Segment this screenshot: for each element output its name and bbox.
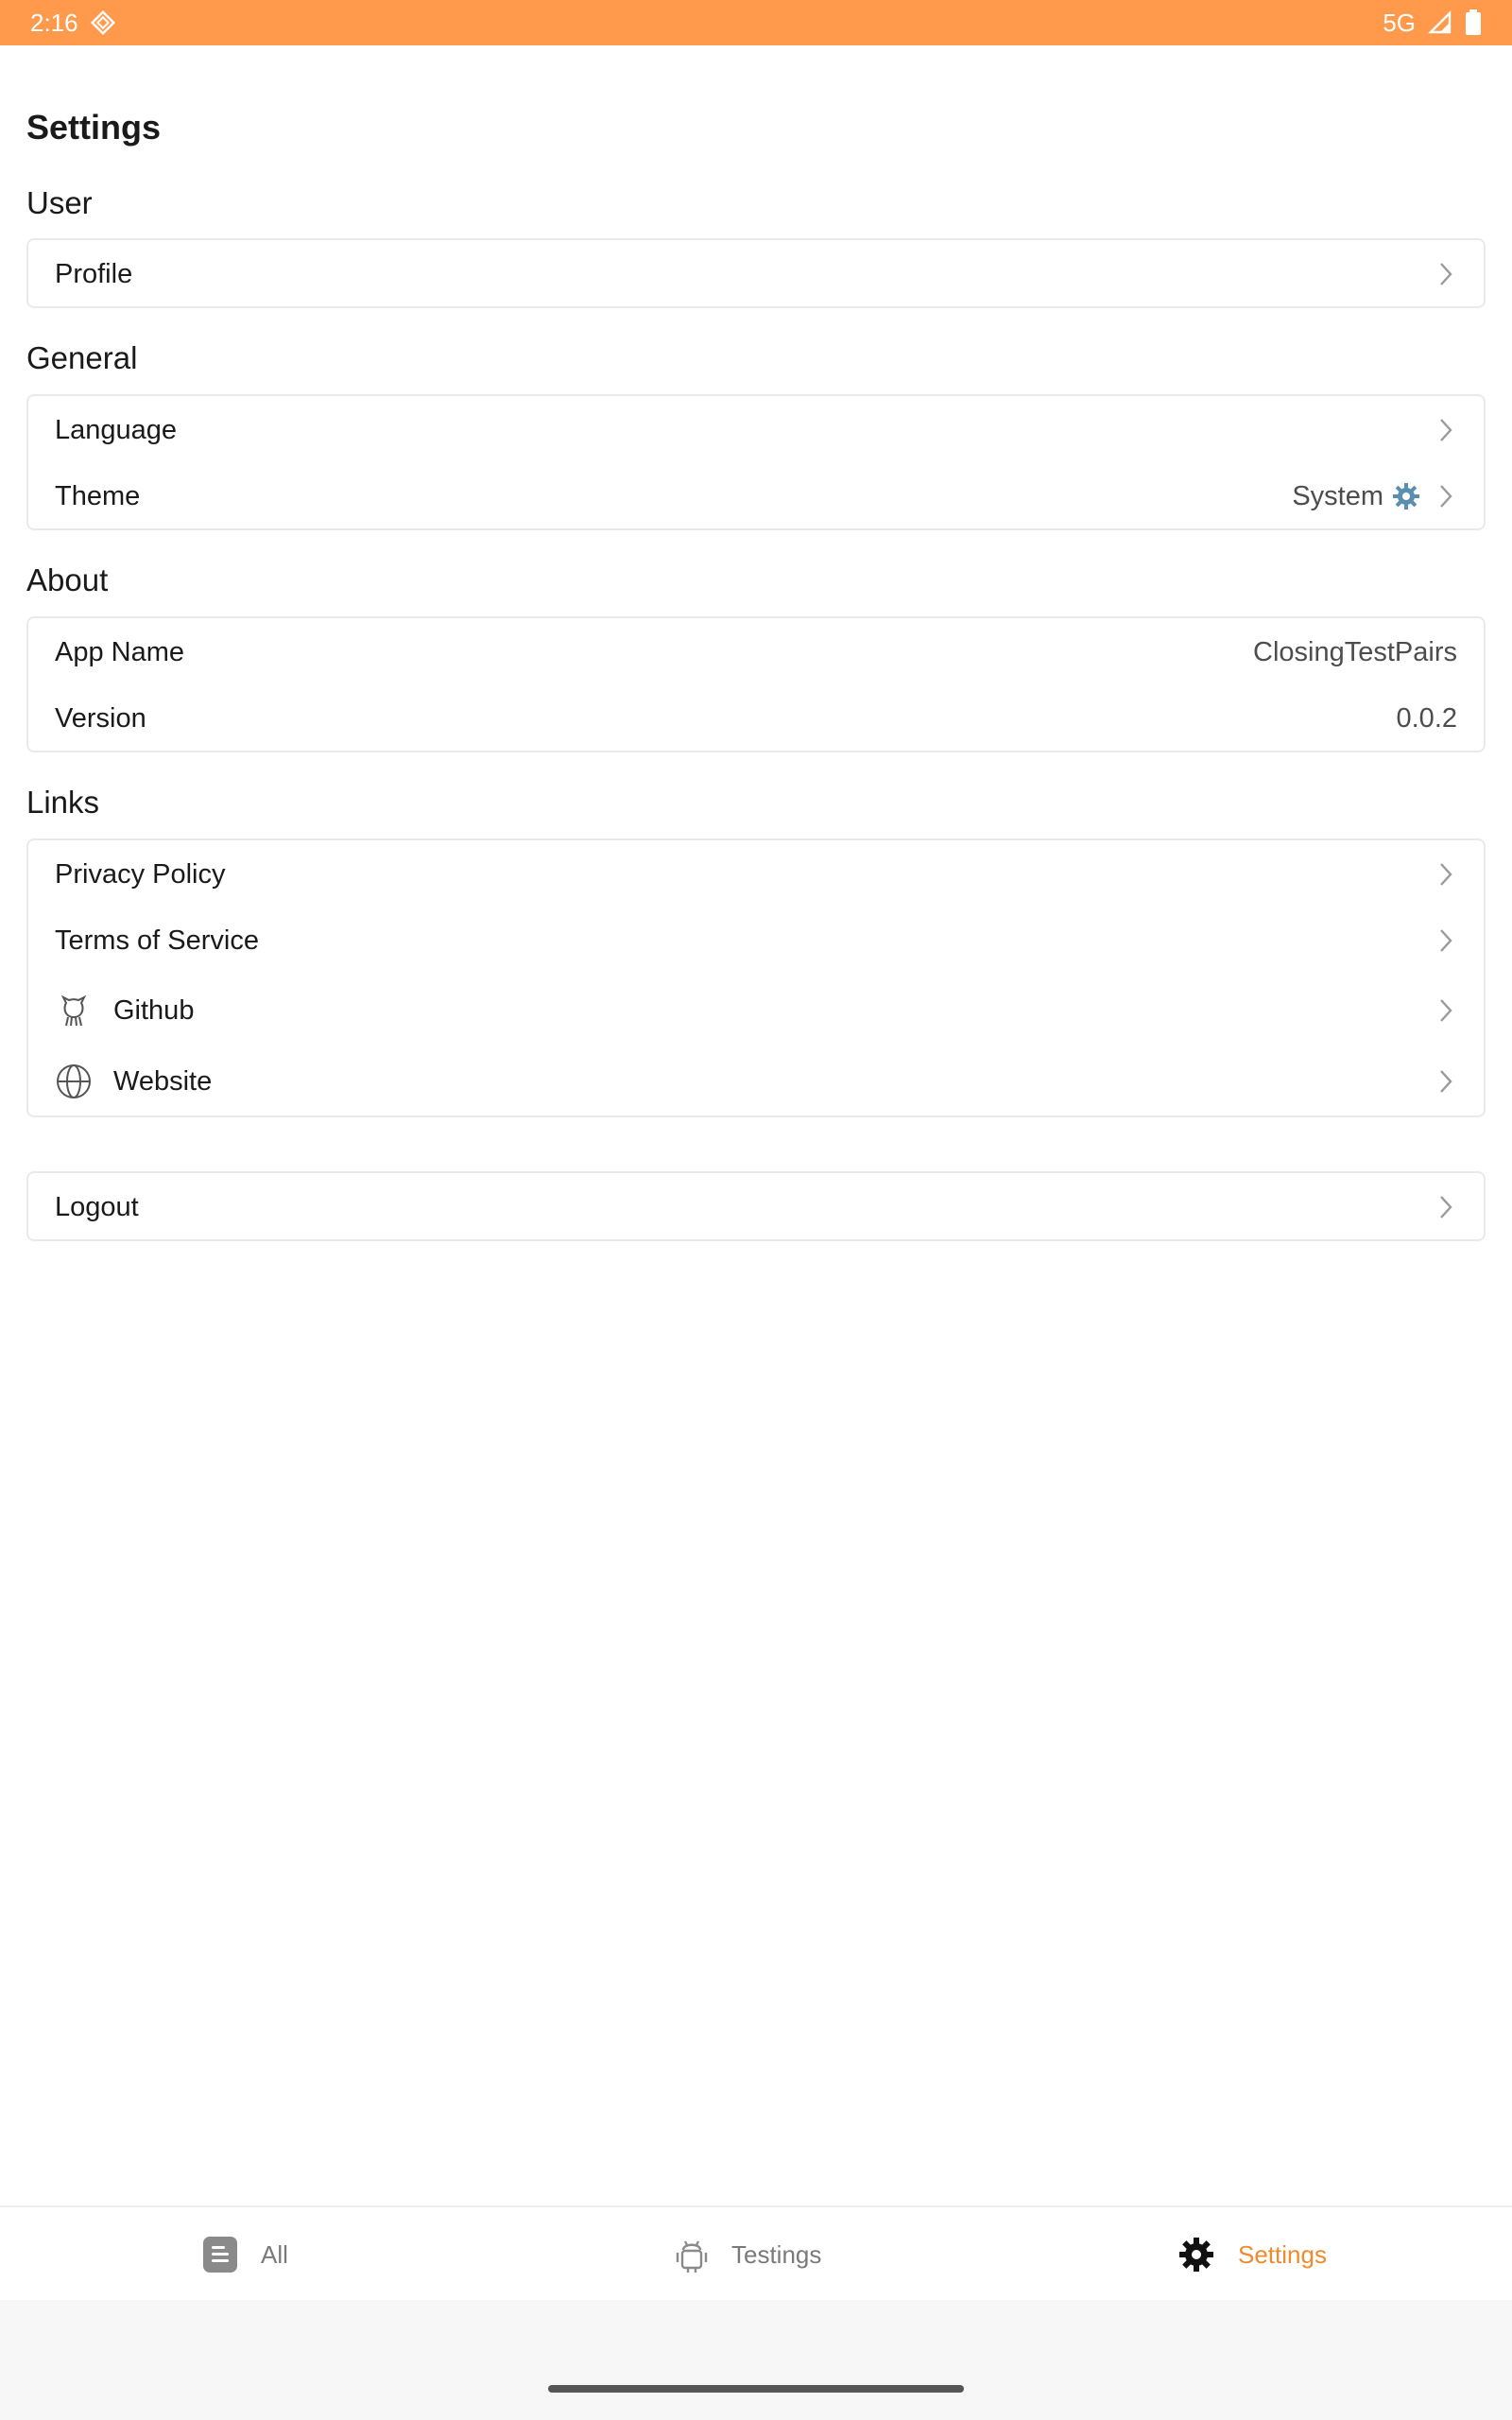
theme-row[interactable]: Theme System: [28, 463, 1484, 529]
app-name-value: ClosingTestPairs: [1253, 636, 1457, 667]
system-gear-icon: [1391, 481, 1421, 511]
network-type: 5G: [1383, 8, 1416, 37]
links-card: Privacy Policy Terms of Service Github W…: [26, 838, 1486, 1117]
theme-label: Theme: [55, 480, 141, 511]
chevron-right-icon: [1435, 260, 1457, 288]
chevron-right-icon: [1435, 1193, 1457, 1221]
privacy-policy-row[interactable]: Privacy Policy: [28, 841, 1484, 908]
nav-settings[interactable]: Settings: [1177, 2207, 1327, 2302]
nav-testings[interactable]: Testings: [675, 2207, 821, 2302]
chevron-right-icon: [1435, 482, 1457, 510]
nav-all-label: All: [261, 2239, 288, 2269]
status-time: 2:16: [30, 8, 78, 37]
version-label: Version: [55, 702, 146, 734]
terms-of-service-label: Terms of Service: [55, 925, 259, 956]
privacy-policy-label: Privacy Policy: [55, 858, 226, 890]
terms-of-service-row[interactable]: Terms of Service: [28, 908, 1484, 974]
logout-label: Logout: [55, 1191, 139, 1222]
chevron-right-icon: [1435, 860, 1457, 889]
profile-row[interactable]: Profile: [28, 241, 1484, 307]
battery-icon: [1465, 9, 1482, 36]
signal-icon: [1427, 9, 1453, 36]
android-icon: [675, 2236, 709, 2273]
chevron-right-icon: [1435, 926, 1457, 955]
language-label: Language: [55, 414, 178, 445]
profile-label: Profile: [55, 258, 133, 289]
website-label: Website: [113, 1065, 213, 1097]
section-title-links: Links: [26, 785, 100, 820]
nav-all[interactable]: All: [202, 2207, 288, 2302]
theme-value: System: [1292, 480, 1383, 511]
home-gesture-handle[interactable]: [548, 2385, 964, 2393]
version-value: 0.0.2: [1396, 702, 1458, 734]
logout-card: Logout: [26, 1171, 1486, 1241]
notification-diamond-icon: [90, 9, 116, 36]
general-card: Language Theme System: [26, 394, 1486, 530]
nav-settings-label: Settings: [1238, 2239, 1327, 2269]
website-row[interactable]: Website: [28, 1046, 1484, 1116]
bottom-nav: All Testings Settings: [0, 2205, 1512, 2300]
section-title-general: General: [26, 340, 138, 375]
chevron-right-icon: [1435, 1067, 1457, 1096]
language-row[interactable]: Language: [28, 397, 1484, 463]
nav-testings-label: Testings: [731, 2239, 822, 2269]
logout-row[interactable]: Logout: [28, 1174, 1484, 1240]
chevron-right-icon: [1435, 416, 1457, 444]
app-name-row: App Name ClosingTestPairs: [28, 619, 1484, 685]
github-icon: [55, 992, 93, 1029]
list-icon: [202, 2236, 238, 2273]
gear-icon: [1177, 2236, 1215, 2273]
user-card: Profile: [26, 238, 1486, 308]
github-row[interactable]: Github: [28, 976, 1484, 1046]
app-name-label: App Name: [55, 636, 185, 667]
version-row: Version 0.0.2: [28, 685, 1484, 752]
section-title-user: User: [26, 185, 93, 220]
gesture-area: [0, 2300, 1512, 2420]
about-card: App Name ClosingTestPairs Version 0.0.2: [26, 616, 1486, 752]
section-title-about: About: [26, 562, 109, 597]
globe-icon: [55, 1063, 93, 1100]
github-label: Github: [113, 994, 195, 1026]
status-bar: 2:16 5G: [0, 0, 1512, 45]
chevron-right-icon: [1435, 996, 1457, 1025]
page-title: Settings: [26, 108, 162, 147]
